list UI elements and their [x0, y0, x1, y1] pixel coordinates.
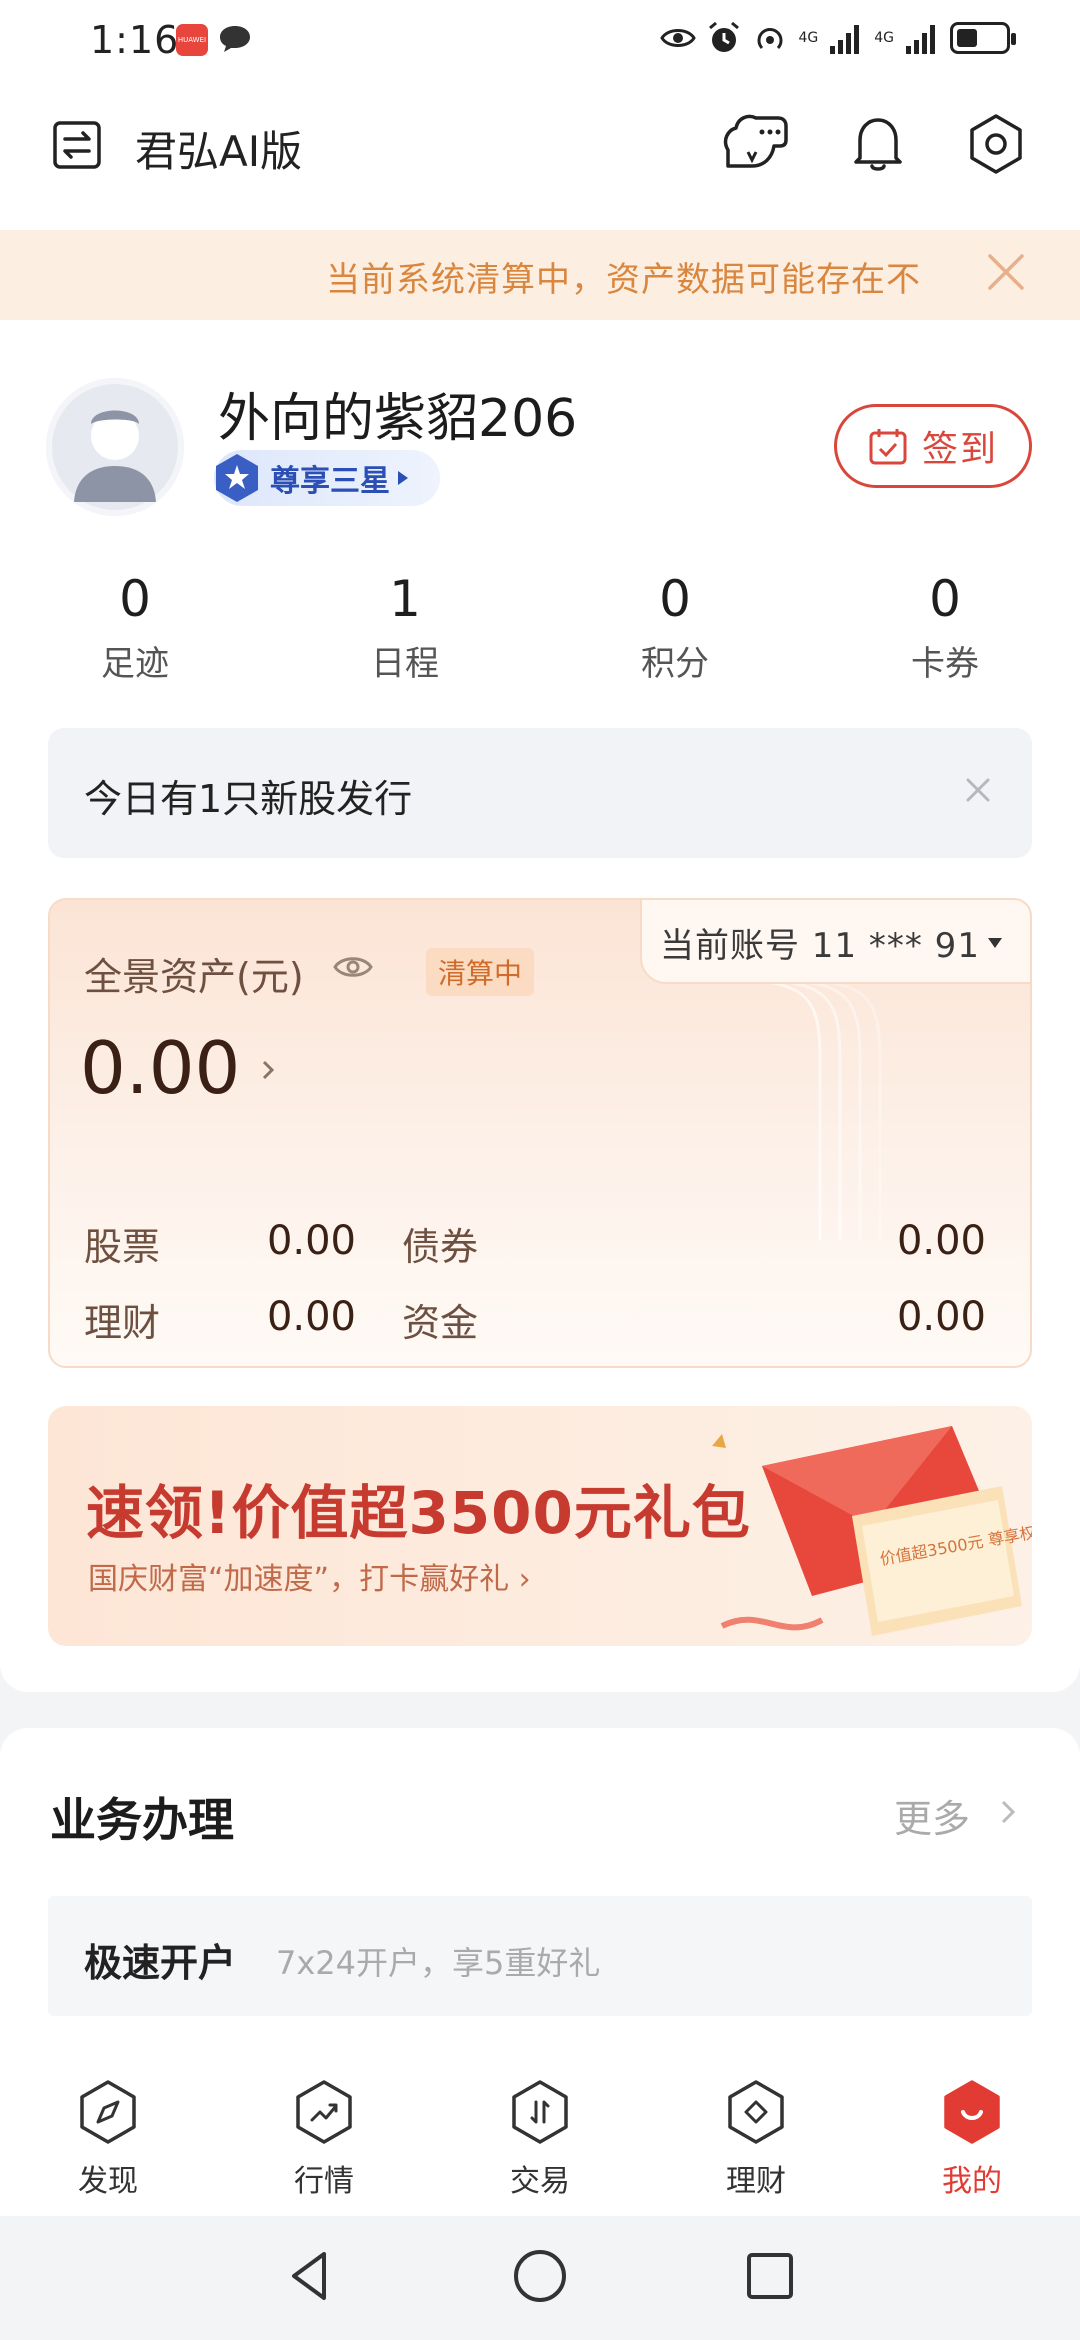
trade-icon: [512, 2080, 568, 2144]
tab-mine[interactable]: 我的: [892, 2078, 1052, 2200]
battery-icon: [950, 22, 1016, 54]
vip-level-text: 尊享三星: [270, 464, 390, 499]
clearing-notice-banner: 当前系统清算中，资产数据可能存在不: [0, 230, 1080, 320]
ipo-notice[interactable]: 今日有1只新股发行: [48, 728, 1032, 858]
asset-value-funds: 0.00: [896, 1294, 986, 1340]
alarm-icon: [709, 21, 740, 52]
clearing-status-tag: 清算中: [426, 948, 535, 996]
stat-label: 足迹: [101, 644, 169, 684]
asset-value-bonds: 0.00: [896, 1218, 986, 1264]
asset-title: 全景资产(元): [84, 955, 304, 999]
back-icon[interactable]: [280, 2246, 340, 2306]
business-item-account-open[interactable]: 极速开户 7x24开户，享5重好礼: [48, 1896, 1032, 2016]
stat-label: 日程: [371, 644, 439, 684]
calendar-check-icon: [869, 429, 907, 465]
tab-label: 行情: [294, 2164, 354, 2199]
tab-market[interactable]: 行情: [244, 2078, 404, 2200]
avatar[interactable]: [46, 378, 184, 516]
business-item-desc: 7x24开户，享5重好礼: [276, 1944, 601, 1982]
tab-trade[interactable]: 交易: [460, 2078, 620, 2200]
stat-value: 0: [659, 570, 691, 628]
recents-icon[interactable]: [740, 2246, 800, 2306]
notice-text: 当前系统清算中，资产数据可能存在不: [326, 260, 921, 300]
stat-value: 0: [929, 570, 961, 628]
tab-label: 理财: [726, 2164, 786, 2199]
stat-coupons[interactable]: 0 卡券: [855, 570, 1035, 685]
compass-icon: [80, 2080, 136, 2144]
triangle-right-icon: [398, 471, 408, 485]
checkin-label: 签到: [921, 429, 998, 470]
tab-label: 交易: [510, 2164, 570, 2199]
eye-toggle-icon[interactable]: [332, 952, 374, 982]
tab-label: 我的: [942, 2164, 1002, 2199]
tab-label: 发现: [78, 2164, 138, 2199]
stat-label: 卡券: [911, 644, 979, 684]
stat-schedule[interactable]: 1 日程: [315, 570, 495, 685]
promo-title: 速领!价值超3500元礼包: [86, 1479, 751, 1547]
bell-icon[interactable]: [850, 112, 906, 174]
stat-label: 积分: [641, 644, 709, 684]
asset-label-bonds: 债券: [402, 1225, 479, 1269]
business-section: 业务办理 更多 极速开户 7x24开户，享5重好礼: [0, 1728, 1080, 2058]
smile-icon: [944, 2080, 1000, 2144]
asset-label-stocks: 股票: [84, 1225, 161, 1269]
stat-points[interactable]: 0 积分: [585, 570, 765, 685]
username: 外向的紫貂206: [218, 389, 578, 449]
network-type-2: 4G: [874, 30, 894, 46]
vip-level-badge[interactable]: 尊享三星: [214, 450, 440, 506]
asset-label-funds: 资金: [402, 1301, 479, 1345]
asset-value-stocks: 0.00: [266, 1218, 356, 1264]
close-icon[interactable]: [984, 250, 1028, 294]
signal-icon-1: [830, 25, 860, 54]
stat-value: 1: [389, 570, 421, 628]
asset-card[interactable]: 当前账号 11 *** 91 全景资产(元) 清算中 0.00 股票 0.00 …: [48, 898, 1032, 1368]
status-bar: 1:16 HUAWEI 4G 4G: [0, 0, 1080, 84]
more-link[interactable]: 更多: [894, 1788, 970, 1843]
tab-discover[interactable]: 发现: [28, 2078, 188, 2200]
bottom-tab-bar: 发现 行情 交易 理财 我的: [0, 2058, 1080, 2216]
profile-section: 外向的紫貂206 尊享三星 签到 0 足迹 1 日程 0 积分 0 卡券 今日有…: [0, 320, 1080, 1692]
hotspot-icon: [757, 28, 783, 50]
trend-icon: [296, 2080, 352, 2144]
star-badge-icon: [216, 454, 258, 502]
signal-icon-2: [906, 25, 935, 54]
chevron-right-icon[interactable]: [260, 1058, 276, 1082]
eye-icon: [660, 29, 697, 47]
chevron-right-icon[interactable]: [1000, 1798, 1016, 1826]
huawei-app-icon: HUAWEI: [176, 24, 208, 56]
asset-value-wealth: 0.00: [266, 1294, 356, 1340]
account-number: 当前账号 11 *** 91: [660, 926, 980, 966]
account-selector[interactable]: 当前账号 11 *** 91: [640, 900, 1030, 984]
network-type-1: 4G: [798, 30, 819, 46]
promo-subtitle: 国庆财富“加速度”，打卡赢好礼 ›: [88, 1562, 531, 1597]
asset-total-value: 0.00: [80, 1026, 241, 1110]
business-item-title: 极速开户: [84, 1941, 237, 1985]
stats-row: 0 足迹 1 日程 0 积分 0 卡券: [0, 570, 1080, 690]
caret-down-icon: [988, 938, 1002, 948]
asset-label-wealth: 理财: [84, 1301, 161, 1345]
business-title: 业务办理: [50, 1793, 234, 1847]
ipo-notice-text: 今日有1只新股发行: [84, 777, 413, 821]
default-avatar-icon: [46, 378, 184, 516]
switch-account-icon[interactable]: [52, 120, 102, 170]
tab-wealth[interactable]: 理财: [676, 2078, 836, 2200]
message-icon: [220, 26, 250, 52]
decorative-lines: [729, 980, 882, 1240]
close-icon[interactable]: [958, 770, 998, 810]
stat-value: 0: [119, 570, 151, 628]
app-header: 君弘AI版: [0, 84, 1080, 230]
wealth-icon: [728, 2080, 784, 2144]
promo-banner[interactable]: 速领!价值超3500元礼包 国庆财富“加速度”，打卡赢好礼 › 价值超3500元…: [48, 1406, 1032, 1646]
customer-service-icon[interactable]: [718, 110, 790, 176]
home-icon[interactable]: [510, 2246, 570, 2306]
system-nav-bar: [0, 2216, 1080, 2340]
app-title: 君弘AI版: [135, 127, 303, 176]
status-time: 1:16: [90, 18, 180, 62]
checkin-button[interactable]: 签到: [834, 404, 1032, 488]
status-icons: 4G 4G: [660, 20, 1016, 56]
gift-envelope-illustration: 价值超3500元 尊享权益礼包 限时免费领: [712, 1426, 1032, 1636]
stat-footprint[interactable]: 0 足迹: [45, 570, 225, 685]
settings-icon[interactable]: [966, 112, 1026, 176]
